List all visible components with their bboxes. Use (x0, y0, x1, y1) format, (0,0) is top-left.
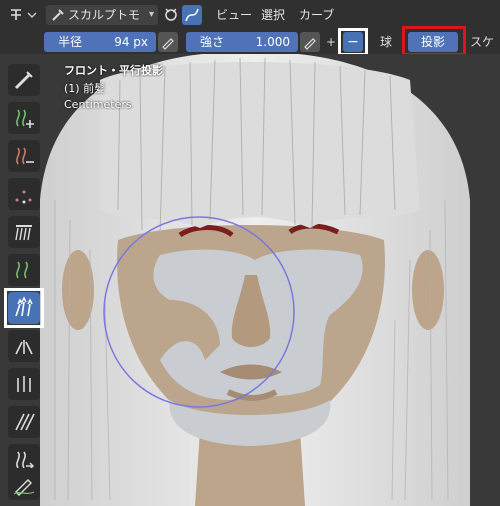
tool-delete[interactable] (8, 140, 40, 172)
curve-icon (185, 8, 199, 22)
pen-pressure-icon (304, 38, 316, 50)
radius-pressure-button[interactable] (158, 32, 178, 52)
density-icon (15, 190, 32, 204)
tool-cut[interactable] (8, 216, 40, 248)
ear-right (412, 250, 444, 330)
sphere-option[interactable]: 球 (380, 32, 392, 52)
strength-field[interactable]: 強さ 1.000 (186, 32, 298, 52)
comb-brush-icon (14, 71, 33, 90)
sculpt-brush-icon (52, 9, 64, 21)
hair-bangs (100, 62, 420, 228)
puff-icon (17, 376, 31, 392)
active-tool-highlight-box (4, 288, 44, 328)
tool-comb[interactable] (8, 64, 40, 96)
pen-pressure-icon (162, 38, 174, 50)
chevron-down-icon: ▾ (148, 9, 154, 20)
tool-shelf (0, 58, 50, 506)
smooth-icon (15, 413, 35, 431)
curve-snap-toggle[interactable] (182, 5, 202, 25)
curves-display-icon (165, 8, 177, 21)
ear-left (62, 250, 94, 330)
strength-pressure-button[interactable] (300, 32, 320, 52)
delete-curves-icon (16, 147, 34, 165)
radius-label: 半径 (58, 35, 83, 49)
tool-pinch[interactable] (8, 330, 40, 362)
object-name-label: (1) 前髪 (64, 82, 106, 95)
tool-grow-shrink[interactable] (8, 254, 40, 286)
editor-type-icon (11, 9, 37, 20)
view-name-label: フロント・平行投影 (64, 64, 163, 77)
menu-select[interactable]: 選択 (261, 5, 285, 25)
menu-view[interactable]: ビュー (216, 5, 252, 25)
menu-curves[interactable]: カーブ (299, 5, 334, 25)
strength-value: 1.000 (255, 35, 290, 49)
tool-density[interactable] (8, 178, 40, 210)
mode-selector[interactable]: スカルプトモ ▾ (46, 5, 158, 25)
3d-viewport[interactable]: フロント・平行投影 (1) 前髪 Centimeters (0, 54, 500, 506)
add-curves-icon (16, 109, 34, 128)
tool-add[interactable] (8, 102, 40, 134)
strength-label: 強さ (200, 35, 225, 49)
tool-smooth[interactable] (8, 406, 40, 438)
radius-value: 94 px (114, 35, 148, 49)
units-label: Centimeters (64, 98, 132, 111)
xray-toggle[interactable] (162, 5, 180, 25)
scale-cut-option[interactable]: スケー (470, 32, 500, 69)
minus-highlight-box (338, 28, 368, 56)
editor-type-selector[interactable] (2, 5, 40, 25)
cut-icon (15, 225, 32, 241)
tool-draw[interactable] (8, 468, 40, 500)
grow-shrink-icon (16, 261, 28, 279)
draw-pencil-icon (13, 479, 35, 496)
radius-field[interactable]: 半径 94 px (44, 32, 156, 52)
tool-puff[interactable] (8, 368, 40, 400)
mode-label: スカルプトモ (68, 8, 141, 22)
plus-button[interactable]: + (326, 32, 336, 52)
viewport-scene (0, 54, 500, 506)
pinch-icon (15, 340, 33, 355)
projection-highlight-box (402, 26, 466, 56)
